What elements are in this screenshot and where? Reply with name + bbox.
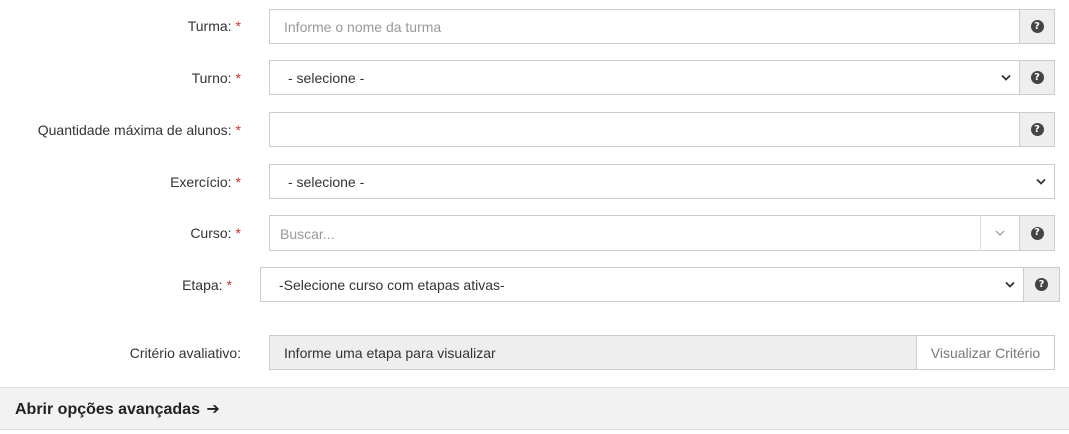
criterio-value: Informe uma etapa para visualizar bbox=[284, 345, 496, 361]
chevron-down-icon bbox=[1036, 178, 1046, 185]
advanced-options-bar[interactable]: Abrir opções avançadas ➔ bbox=[0, 387, 1069, 430]
turma-help-button[interactable]: ? bbox=[1020, 9, 1055, 44]
required-marker: * bbox=[235, 18, 241, 34]
exercicio-select[interactable]: - selecione - bbox=[269, 164, 1055, 199]
required-marker: * bbox=[235, 174, 241, 190]
chevron-down-icon bbox=[995, 230, 1005, 236]
curso-search-input[interactable]: Buscar... bbox=[269, 215, 981, 251]
question-circle-icon: ? bbox=[1030, 20, 1044, 33]
advanced-options-label: Abrir opções avançadas bbox=[15, 401, 200, 418]
turma-placeholder: Informe o nome da turma bbox=[284, 19, 442, 35]
quantidade-label: Quantidade máxima de alunos: * bbox=[38, 120, 241, 140]
curso-dropdown-toggle[interactable] bbox=[980, 215, 1020, 251]
criterio-label-text: Critério avaliativo: bbox=[129, 345, 241, 361]
advanced-options-toggle[interactable]: Abrir opções avançadas ➔ bbox=[15, 399, 220, 420]
chevron-down-icon bbox=[1005, 281, 1015, 288]
etapa-selected: -Selecione curso com etapas ativas- bbox=[279, 277, 505, 293]
required-marker: * bbox=[235, 70, 241, 86]
quantidade-input[interactable] bbox=[269, 112, 1020, 147]
turno-label-text: Turno: bbox=[191, 70, 232, 86]
turma-label-text: Turma: bbox=[187, 18, 232, 34]
etapa-label: Etapa: * bbox=[182, 275, 232, 295]
exercicio-label: Exercício: * bbox=[170, 172, 241, 192]
question-circle-icon: ? bbox=[1030, 226, 1044, 240]
etapa-label-text: Etapa: bbox=[182, 277, 223, 293]
turno-label: Turno: * bbox=[192, 68, 241, 88]
criterio-readonly-field: Informe uma etapa para visualizar bbox=[269, 335, 917, 370]
visualizar-criterio-label: Visualizar Critério bbox=[930, 345, 1041, 361]
question-circle-icon: ? bbox=[1030, 123, 1044, 136]
turno-select[interactable]: - selecione - bbox=[269, 60, 1020, 95]
required-marker: * bbox=[235, 225, 241, 241]
etapa-help-button[interactable]: ? bbox=[1024, 267, 1060, 302]
required-marker: * bbox=[226, 277, 232, 293]
quantidade-label-text: Quantidade máxima de alunos: bbox=[37, 122, 232, 138]
turno-help-button[interactable]: ? bbox=[1020, 60, 1055, 95]
curso-label: Curso: * bbox=[190, 223, 241, 243]
turma-label: Turma: * bbox=[188, 16, 241, 36]
criterio-label: Critério avaliativo: bbox=[130, 343, 241, 363]
quantidade-help-button[interactable]: ? bbox=[1020, 112, 1055, 147]
curso-label-text: Curso: bbox=[190, 225, 232, 241]
turma-input[interactable]: Informe o nome da turma bbox=[269, 9, 1020, 44]
chevron-down-icon bbox=[1001, 74, 1011, 81]
curso-placeholder: Buscar... bbox=[280, 226, 335, 242]
question-circle-icon: ? bbox=[1030, 71, 1044, 84]
turno-selected: - selecione - bbox=[288, 70, 365, 86]
etapa-select[interactable]: -Selecione curso com etapas ativas- bbox=[260, 267, 1024, 302]
curso-help-button[interactable]: ? bbox=[1020, 215, 1055, 251]
required-marker: * bbox=[235, 122, 241, 138]
exercicio-selected: - selecione - bbox=[288, 174, 365, 190]
arrow-right-icon: ➔ bbox=[206, 399, 220, 418]
visualizar-criterio-button[interactable]: Visualizar Critério bbox=[916, 335, 1055, 370]
question-circle-icon: ? bbox=[1035, 278, 1048, 291]
exercicio-label-text: Exercício: bbox=[170, 174, 232, 190]
